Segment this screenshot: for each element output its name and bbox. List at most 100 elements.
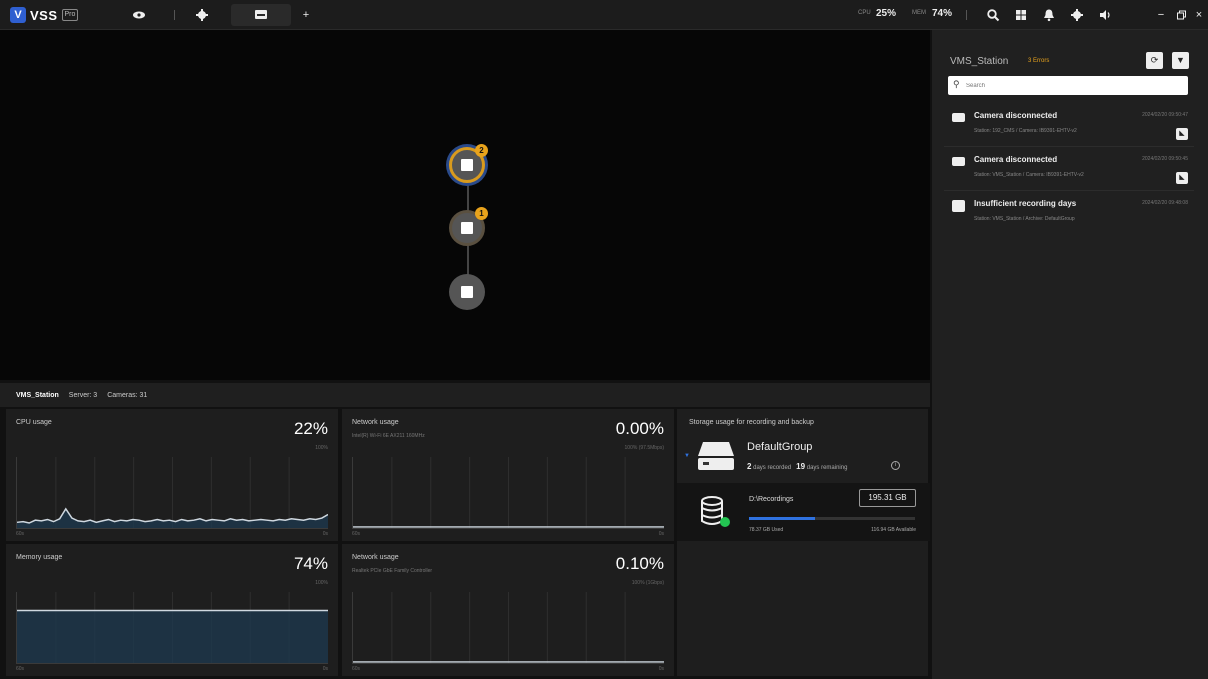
alert-search[interactable]: ⚲ [948, 76, 1188, 95]
storage-group-name: DefaultGroup [747, 441, 813, 453]
alert-time: 2024/02/20 09:50:45 [1142, 156, 1188, 162]
search-input[interactable] [966, 76, 1186, 95]
panel-max: 100% (1Gbps) [631, 580, 664, 586]
disk-used: 78.37 GB Used [749, 527, 784, 533]
days-recorded-count: 2 [747, 462, 752, 471]
panel-title: Memory usage [16, 554, 63, 561]
filter-button[interactable]: ▼ [1172, 52, 1189, 69]
network-usage-value: 0.00% [615, 419, 664, 438]
memory-usage-value: 74% [293, 554, 328, 573]
error-count-badge: 2 [475, 144, 488, 157]
toolbar-divider [966, 10, 967, 20]
topology-view: 2 1 [0, 30, 930, 380]
disk-usage-bar [749, 517, 915, 520]
network-usage-panel-ethernet: Network usage Realtek PCIe GbE Family Co… [342, 544, 674, 676]
info-icon[interactable]: i [891, 461, 900, 470]
disk-usage-fill [749, 517, 816, 520]
panel-title: Storage usage for recording and backup [689, 419, 814, 426]
server-node[interactable]: 2 [449, 144, 488, 183]
alert-title: Camera disconnected [974, 155, 1058, 164]
volume-icon[interactable] [1098, 8, 1112, 22]
alert-time: 2024/02/20 09:50:47 [1142, 112, 1188, 118]
alert-item[interactable]: Camera disconnected 2024/02/20 09:50:45 … [944, 147, 1194, 191]
alert-title: Camera disconnected [974, 111, 1058, 120]
server-icon [461, 222, 473, 234]
panel-title: Network usage [352, 554, 399, 561]
network-usage-value: 0.10% [615, 554, 664, 573]
expand-chevron-icon[interactable]: ▼ [684, 453, 690, 459]
network-usage-graph [352, 457, 664, 529]
panel-max: 100% [315, 445, 328, 451]
memory-usage-graph [16, 592, 328, 664]
cpu-label: CPU [858, 10, 871, 16]
mem-value: 74% [932, 8, 953, 19]
add-tab-icon[interactable]: + [299, 8, 313, 22]
search-icon[interactable] [986, 8, 1000, 22]
panel-max: 100% [315, 580, 328, 586]
axis-start: 60s [16, 666, 25, 672]
network-usage-panel-wifi: Network usage Intel(R) Wi-Fi 6E AX211 16… [342, 409, 674, 541]
memory-usage-panel: Memory usage 74% 100% 60s 0s [6, 544, 338, 676]
mem-label: MEM [912, 10, 926, 16]
vss-logo-icon: V [10, 7, 26, 23]
disk-available: 116.94 GB Available [871, 527, 916, 533]
network-adapter-name: Intel(R) Wi-Fi 6E AX211 160MHz [352, 433, 425, 439]
open-camera-button[interactable]: ◣ [1176, 172, 1188, 184]
storage-usage-panel: Storage usage for recording and backup ▼… [677, 409, 930, 676]
network-usage-graph [352, 592, 664, 664]
camera-count: Cameras: 31 [107, 391, 148, 399]
alert-item[interactable]: Insufficient recording days 2024/02/20 0… [944, 191, 1194, 235]
tab-monitor[interactable] [231, 4, 291, 26]
grid-icon[interactable] [1014, 8, 1028, 22]
usage-area [17, 610, 328, 663]
gear-icon[interactable] [195, 8, 209, 22]
panel-max: 100% (97.5Mbps) [624, 445, 664, 451]
open-camera-button[interactable]: ◣ [1176, 128, 1188, 140]
days-recorded-label: days recorded [753, 465, 792, 471]
cpu-value: 25% [876, 8, 897, 19]
bell-icon[interactable] [1042, 8, 1056, 22]
sidebar-title: VMS_Station [950, 56, 1009, 67]
axis-start: 60s [352, 531, 361, 537]
server-node[interactable] [449, 274, 485, 310]
camera-icon [952, 157, 965, 166]
axis-end: 0s [658, 531, 664, 537]
disk-name: D:\Recordings [749, 496, 794, 503]
server-node[interactable]: 1 [449, 207, 488, 246]
eye-icon[interactable] [132, 8, 146, 22]
panel-title: CPU usage [16, 419, 52, 426]
camera-icon [952, 113, 965, 122]
cpu-usage-value: 22% [293, 419, 328, 438]
alert-title: Insufficient recording days [974, 199, 1077, 208]
axis-end: 0s [322, 666, 328, 672]
cpu-usage-graph [16, 457, 328, 529]
cpu-usage-panel: CPU usage 22% 100% 60s 0s [6, 409, 338, 541]
minimize-icon[interactable]: − [1154, 8, 1168, 22]
alert-detail: Station: VMS_Station / Camera: IB9391-EH… [974, 172, 1084, 178]
disk-row[interactable]: D:\Recordings 195.31 GB 78.37 GB Used 11… [677, 483, 930, 541]
axis-end: 0s [322, 531, 328, 537]
close-icon[interactable]: × [1192, 8, 1206, 22]
server-icon [461, 159, 473, 171]
storage-group-icon [697, 440, 735, 472]
days-remaining-count: 19 [796, 462, 806, 471]
restore-icon[interactable] [1174, 8, 1188, 22]
database-icon [699, 495, 733, 532]
alert-time: 2024/02/20 09:48:08 [1142, 200, 1188, 206]
monitor-icon [254, 8, 268, 22]
axis-end: 0s [658, 666, 664, 672]
refresh-button[interactable]: ⟳ [1146, 52, 1163, 69]
alert-item[interactable]: Camera disconnected 2024/02/20 09:50:47 … [944, 103, 1194, 147]
days-remaining-label: days remaining [806, 465, 848, 471]
search-icon: ⚲ [953, 79, 960, 89]
logo-text: VSS [30, 7, 58, 23]
settings-icon[interactable] [1070, 8, 1084, 22]
error-count-badge: 1 [475, 207, 488, 220]
disk-size: 195.31 GB [859, 489, 916, 507]
station-name: VMS_Station [16, 391, 59, 399]
alert-detail: Station: VMS_Station / Archive: DefaultG… [974, 216, 1075, 222]
storage-group-meta: 2 days recorded 19 days remaining [747, 462, 847, 471]
server-icon [461, 286, 473, 298]
axis-start: 60s [16, 531, 25, 537]
logo-badge: Pro [61, 9, 79, 21]
